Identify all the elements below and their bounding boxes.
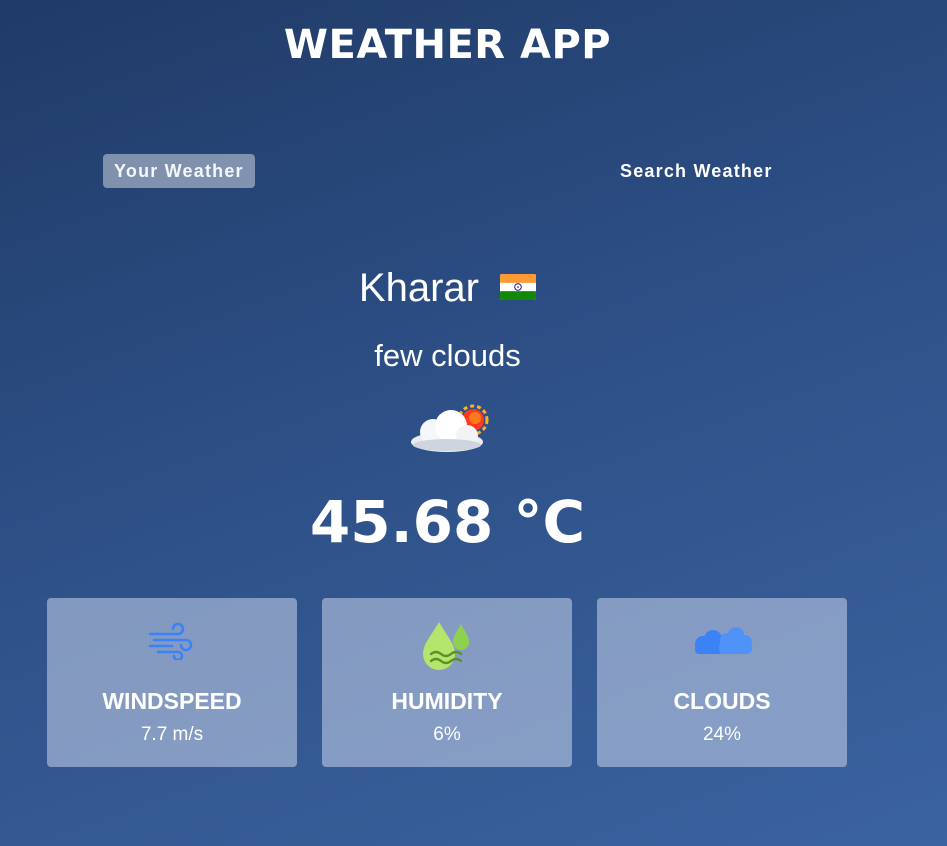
humidity-drops-icon [423,622,469,670]
windspeed-label: WINDSPEED [102,688,242,714]
tab-your-weather[interactable]: Your Weather [103,154,255,188]
few-clouds-icon [411,404,489,452]
weather-description: few clouds [374,338,521,373]
tab-search-weather[interactable]: Search Weather [609,154,784,188]
humidity-card: HUMIDITY 6% [322,598,572,767]
location-header: Kharar [0,266,895,311]
app-title: WEATHER APP [283,22,612,68]
city-name: Kharar [358,266,479,310]
india-flag-icon [500,274,537,301]
humidity-value: 6% [433,724,461,745]
windspeed-card: WINDSPEED 7.7 m/s [47,598,297,767]
temperature-value: 45.68 °C [309,488,586,556]
clouds-card: CLOUDS 24% [597,598,847,767]
clouds-value: 24% [702,724,742,745]
windspeed-value: 7.7 m/s [140,724,204,745]
clouds-label: CLOUDS [673,688,771,714]
wind-icon [148,622,193,660]
humidity-label: HUMIDITY [391,688,503,714]
clouds-icon [695,627,752,654]
